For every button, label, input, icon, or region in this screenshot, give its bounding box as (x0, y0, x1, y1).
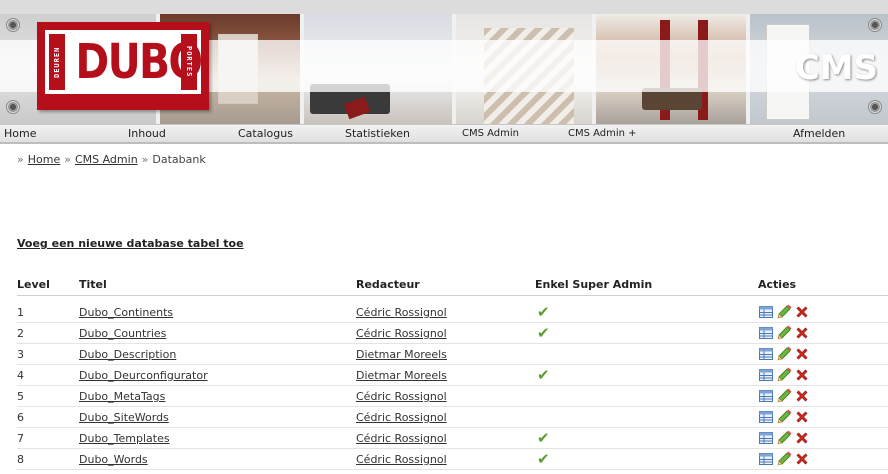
table-view-icon[interactable] (758, 451, 774, 467)
table-view-icon[interactable] (758, 325, 774, 341)
table-view-icon[interactable] (758, 367, 774, 383)
row-level: 4 (17, 369, 24, 382)
pencil-edit-icon[interactable] (776, 367, 792, 383)
row-title-link[interactable]: Dubo_Deurconfigurator (79, 369, 208, 383)
nav-item-cms-admin[interactable]: CMS Admin (462, 125, 519, 143)
row-editor-link[interactable]: Cédric Rossignol (356, 306, 447, 320)
nav-item-cms-admin-plus[interactable]: CMS Admin + (568, 125, 637, 143)
database-table: Level Titel Redacteur Enkel Super Admin … (17, 274, 888, 470)
nav-item-statistieken[interactable]: Statistieken (345, 125, 410, 143)
row-level: 2 (17, 327, 24, 340)
red-x-delete-icon[interactable] (794, 430, 810, 446)
red-x-delete-icon[interactable] (794, 409, 810, 425)
logo-right-text: PORTES (181, 34, 197, 90)
logo-left-text: DEUREN (49, 34, 65, 90)
row-level: 3 (17, 348, 24, 361)
table-row: 8 Dubo_Words Cédric Rossignol ✔ (17, 449, 888, 470)
bolt-icon (6, 18, 20, 32)
row-level: 1 (17, 306, 24, 319)
row-editor-link[interactable]: Cédric Rossignol (356, 327, 447, 341)
row-title-link[interactable]: Dubo_Words (79, 453, 148, 467)
red-x-delete-icon[interactable] (794, 388, 810, 404)
nav-item-catalogus[interactable]: Catalogus (238, 125, 293, 143)
pencil-edit-icon[interactable] (776, 325, 792, 341)
column-header-level: Level (17, 278, 50, 291)
pencil-edit-icon[interactable] (776, 346, 792, 362)
logo-wordmark: DUBO (75, 34, 203, 90)
main-nav: Home Inhoud Catalogus Statistieken CMS A… (0, 124, 888, 144)
table-header: Level Titel Redacteur Enkel Super Admin … (17, 274, 888, 296)
column-header-super-admin: Enkel Super Admin (535, 278, 653, 291)
breadcrumb-home[interactable]: Home (28, 153, 60, 166)
column-header-editor: Redacteur (356, 278, 420, 291)
pencil-edit-icon[interactable] (776, 304, 792, 320)
row-title-link[interactable]: Dubo_Continents (79, 306, 173, 320)
header-banner: DEUREN DUBO PORTES CMS (0, 0, 888, 124)
nav-item-home[interactable]: Home (4, 125, 36, 143)
checkmark-icon: ✔ (537, 324, 550, 342)
checkmark-icon: ✔ (537, 366, 550, 384)
row-editor-link[interactable]: Cédric Rossignol (356, 453, 447, 467)
nav-item-inhoud[interactable]: Inhoud (128, 125, 166, 143)
row-title-link[interactable]: Dubo_Countries (79, 327, 166, 341)
breadcrumb-current: Databank (152, 153, 206, 166)
row-editor-link[interactable]: Dietmar Moreels (356, 348, 447, 362)
table-view-icon[interactable] (758, 409, 774, 425)
bolt-icon (868, 18, 882, 32)
table-row: 2 Dubo_Countries Cédric Rossignol ✔ (17, 323, 888, 344)
bolt-icon (6, 100, 20, 114)
breadcrumb-separator: » (141, 153, 149, 166)
breadcrumb-separator: » (17, 153, 24, 166)
table-view-icon[interactable] (758, 388, 774, 404)
breadcrumb-cms-admin[interactable]: CMS Admin (75, 153, 138, 166)
red-x-delete-icon[interactable] (794, 325, 810, 341)
table-view-icon[interactable] (758, 430, 774, 446)
checkmark-icon: ✔ (537, 450, 550, 468)
table-row: 1 Dubo_Continents Cédric Rossignol ✔ (17, 302, 888, 323)
checkmark-icon: ✔ (537, 303, 550, 321)
logo-plate: DEUREN DUBO PORTES (45, 30, 203, 94)
row-editor-link[interactable]: Cédric Rossignol (356, 432, 447, 446)
add-database-table-link[interactable]: Voeg een nieuwe database tabel toe (17, 236, 244, 252)
red-x-delete-icon[interactable] (794, 367, 810, 383)
breadcrumb-separator: » (64, 153, 71, 166)
bolt-icon (868, 100, 882, 114)
column-header-actions: Acties (758, 278, 797, 291)
row-editor-link[interactable]: Cédric Rossignol (356, 411, 447, 425)
dubo-logo[interactable]: DEUREN DUBO PORTES (37, 22, 209, 110)
row-editor-link[interactable]: Dietmar Moreels (356, 369, 447, 383)
row-level: 7 (17, 432, 24, 445)
checkmark-icon: ✔ (537, 429, 550, 447)
table-row: 4 Dubo_Deurconfigurator Dietmar Moreels ✔ (17, 365, 888, 386)
table-body: 1 Dubo_Continents Cédric Rossignol ✔ 2 Dubo_C… (17, 302, 888, 470)
pencil-edit-icon[interactable] (776, 409, 792, 425)
table-row: 6 Dubo_SiteWords Cédric Rossignol (17, 407, 888, 428)
row-title-link[interactable]: Dubo_Description (79, 348, 176, 362)
row-title-link[interactable]: Dubo_SiteWords (79, 411, 169, 425)
table-row: 3 Dubo_Description Dietmar Moreels (17, 344, 888, 365)
table-row: 7 Dubo_Templates Cédric Rossignol ✔ (17, 428, 888, 449)
red-x-delete-icon[interactable] (794, 346, 810, 362)
cms-title: CMS (794, 48, 878, 88)
red-x-delete-icon[interactable] (794, 451, 810, 467)
column-header-title: Titel (79, 278, 107, 291)
pencil-edit-icon[interactable] (776, 451, 792, 467)
table-view-icon[interactable] (758, 304, 774, 320)
breadcrumb: » Home» CMS Admin» Databank (17, 152, 206, 168)
nav-item-afmelden[interactable]: Afmelden (793, 125, 845, 143)
row-level: 5 (17, 390, 24, 403)
pencil-edit-icon[interactable] (776, 430, 792, 446)
red-x-delete-icon[interactable] (794, 304, 810, 320)
row-level: 8 (17, 453, 24, 466)
table-view-icon[interactable] (758, 346, 774, 362)
row-level: 6 (17, 411, 24, 424)
row-title-link[interactable]: Dubo_Templates (79, 432, 170, 446)
pencil-edit-icon[interactable] (776, 388, 792, 404)
row-editor-link[interactable]: Cédric Rossignol (356, 390, 447, 404)
table-row: 5 Dubo_MetaTags Cédric Rossignol (17, 386, 888, 407)
row-title-link[interactable]: Dubo_MetaTags (79, 390, 165, 404)
